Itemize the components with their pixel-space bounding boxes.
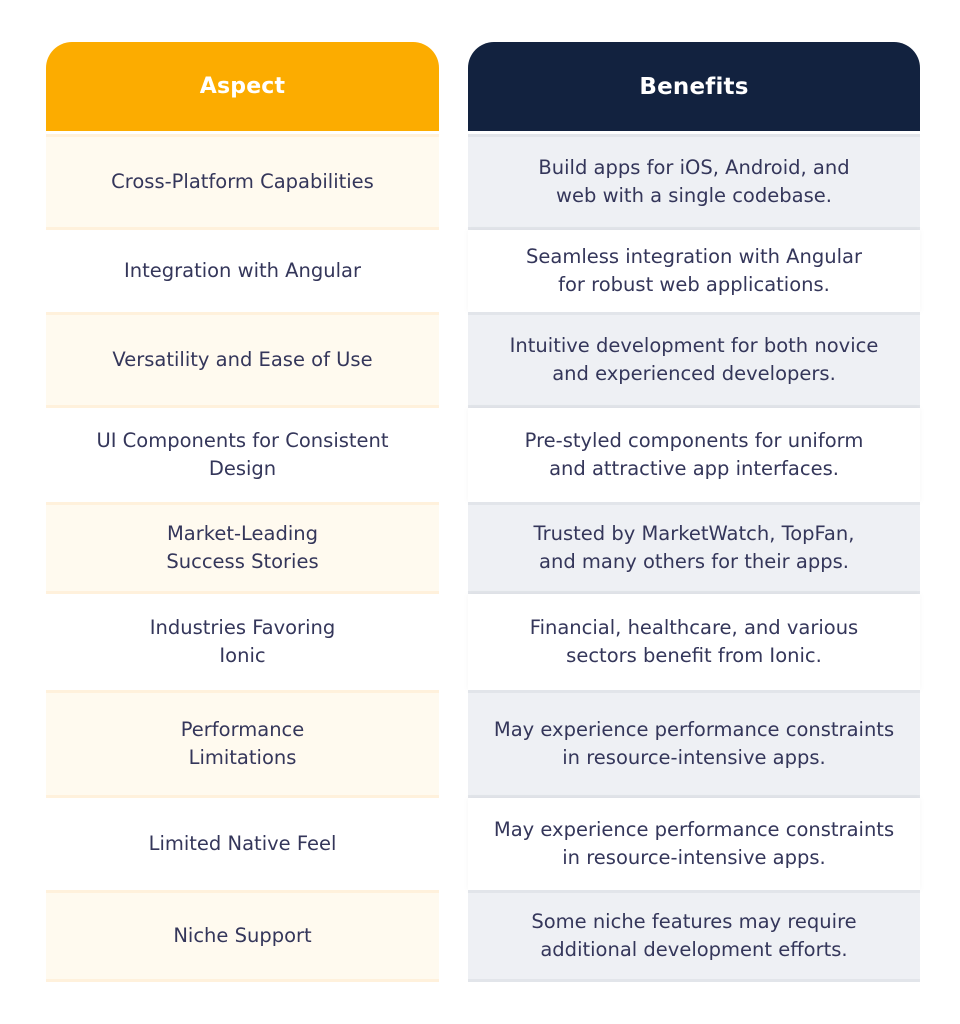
benefit-text: Trusted by MarketWatch, TopFan, and many… (533, 522, 855, 573)
benefits-column: Benefits Build apps for iOS, Android, an… (468, 42, 920, 982)
benefit-cell: Intuitive development for both novice an… (468, 312, 920, 408)
aspect-cell: Integration with Angular (46, 230, 439, 312)
aspect-text: Industries Favoring Ionic (149, 616, 336, 667)
benefit-cell: May experience performance constraints i… (468, 690, 920, 798)
aspect-cell: Industries Favoring Ionic (46, 594, 439, 690)
aspect-text: Limited Native Feel (148, 832, 337, 855)
benefit-cell: Trusted by MarketWatch, TopFan, and many… (468, 502, 920, 594)
aspect-text: Integration with Angular (123, 259, 362, 282)
aspect-text: UI Components for Consistent Design (96, 429, 389, 480)
aspect-cell: Niche Support (46, 890, 439, 982)
benefit-cell: May experience performance constraints i… (468, 798, 920, 890)
benefit-text: Pre-styled components for uniform and at… (524, 429, 864, 480)
aspect-cell: Performance Limitations (46, 690, 439, 798)
benefit-cell: Some niche features may require addition… (468, 890, 920, 982)
aspect-text: Performance Limitations (180, 718, 305, 769)
aspect-cell: Cross-Platform Capabilities (46, 134, 439, 230)
aspect-column: Aspect Cross-Platform Capabilities Integr… (46, 42, 439, 982)
aspect-cell: Versatility and Ease of Use (46, 312, 439, 408)
benefit-text: Build apps for iOS, Android, and web wit… (538, 156, 850, 207)
benefit-text: May experience performance constraints i… (493, 718, 895, 769)
benefit-cell: Financial, healthcare, and various secto… (468, 594, 920, 690)
aspect-cell: UI Components for Consistent Design (46, 408, 439, 502)
benefit-text: May experience performance constraints i… (493, 818, 895, 869)
benefit-text: Some niche features may require addition… (531, 910, 857, 961)
aspect-text: Niche Support (173, 924, 312, 947)
benefit-cell: Pre-styled components for uniform and at… (468, 408, 920, 502)
aspect-header: Aspect (46, 42, 439, 131)
aspect-text: Market-Leading Success Stories (166, 522, 319, 573)
benefit-cell: Build apps for iOS, Android, and web wit… (468, 134, 920, 230)
aspect-cell: Limited Native Feel (46, 798, 439, 890)
benefit-text: Financial, healthcare, and various secto… (529, 616, 859, 667)
aspect-text: Versatility and Ease of Use (112, 348, 373, 371)
aspect-text: Cross-Platform Capabilities (111, 170, 374, 193)
benefit-text: Intuitive development for both novice an… (509, 334, 879, 385)
benefit-text: Seamless integration with Angular for ro… (526, 245, 862, 296)
benefits-header: Benefits (468, 42, 920, 131)
aspect-cell: Market-Leading Success Stories (46, 502, 439, 594)
benefit-cell: Seamless integration with Angular for ro… (468, 230, 920, 312)
